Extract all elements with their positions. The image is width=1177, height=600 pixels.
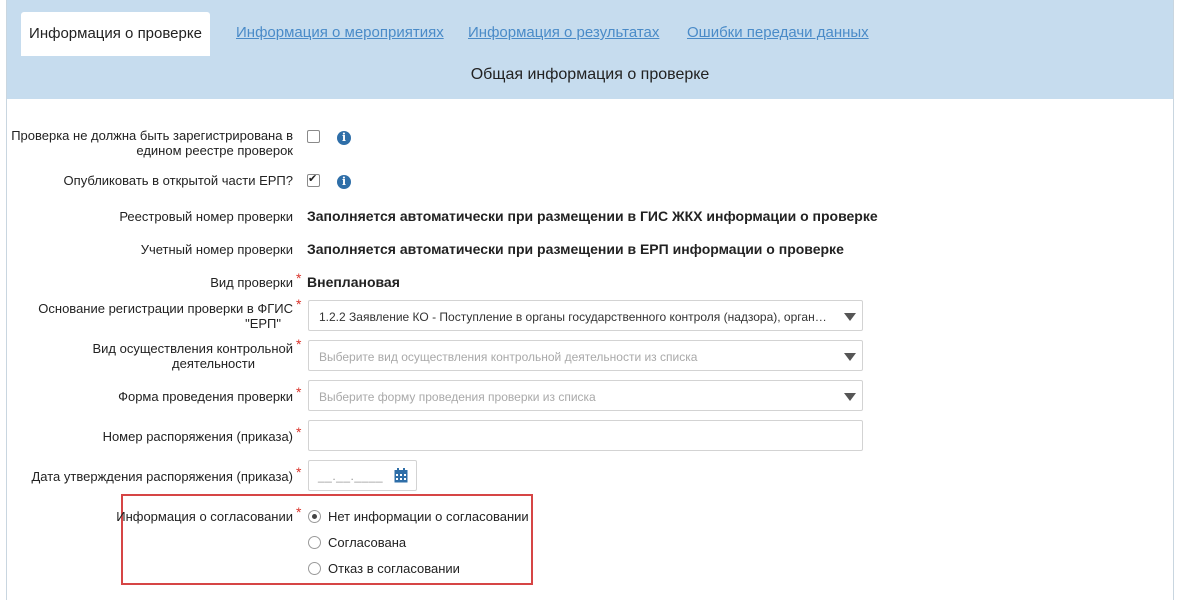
required-mark: * (296, 384, 302, 400)
order-date-mask: __.__.____ (318, 469, 384, 483)
approval-info-label: Информация о согласовании (116, 509, 293, 524)
section-title: Общая информация о проверке (470, 66, 710, 83)
publish-checkbox[interactable] (307, 172, 320, 187)
order-number-label: Номер распоряжения (приказа) (102, 429, 293, 444)
order-date-input[interactable]: __.__.____ (308, 460, 417, 491)
tab-transfer-errors[interactable]: Ошибки передачи данных (687, 24, 869, 41)
required-mark: * (296, 336, 302, 352)
required-mark: * (296, 296, 302, 312)
registration-basis-select[interactable]: 1.2.2 Заявление КО - Поступление в орган… (308, 300, 863, 331)
registration-basis-value: 1.2.2 Заявление КО - Поступление в орган… (319, 310, 829, 324)
required-mark: * (296, 464, 302, 480)
order-date-label: Дата утверждения распоряжения (приказа) (31, 469, 294, 484)
header-bar: Информация о проверке Информация о мероп… (7, 0, 1173, 99)
chevron-down-icon (844, 393, 856, 401)
order-number-input[interactable] (308, 420, 863, 451)
check-type-label: Вид проверки (210, 275, 293, 290)
not-registered-label: Проверка не должна быть зарегистрирована… (11, 128, 293, 158)
radio-no-info-label[interactable]: Нет информации о согласовании (328, 509, 529, 524)
required-mark: * (296, 504, 302, 520)
calendar-icon[interactable] (394, 468, 408, 483)
check-form-label: Форма проведения проверки (118, 389, 293, 404)
tab-events-info[interactable]: Информация о мероприятиях (236, 24, 444, 41)
required-mark: * (296, 270, 302, 286)
check-form-placeholder: Выберите форму проведения проверки из сп… (319, 390, 596, 404)
check-type-value: Внеплановая (307, 274, 400, 290)
account-number-label: Учетный номер проверки (140, 242, 293, 257)
registry-number-label: Реестровый номер проверки (119, 209, 293, 224)
radio-refused[interactable] (308, 562, 321, 575)
control-activity-label: Вид осуществления контрольной деятельнос… (92, 341, 293, 371)
chevron-down-icon (844, 313, 856, 321)
registry-number-value: Заполняется автоматически при размещении… (307, 208, 878, 224)
account-number-value: Заполняется автоматически при размещении… (307, 241, 844, 257)
required-mark: * (296, 424, 302, 440)
tab-check-info[interactable]: Информация о проверке (21, 12, 210, 56)
radio-approved[interactable] (308, 536, 321, 549)
info-icon[interactable]: i (337, 131, 351, 145)
approval-highlight-box (121, 494, 533, 585)
publish-label: Опубликовать в открытой части ЕРП? (63, 173, 293, 188)
form-frame: Информация о проверке Информация о мероп… (6, 0, 1174, 600)
check-form-select[interactable]: Выберите форму проведения проверки из сп… (308, 380, 863, 411)
radio-no-info[interactable] (308, 510, 321, 523)
registration-basis-label: Основание регистрации проверки в ФГИС "Е… (38, 301, 293, 331)
chevron-down-icon (844, 353, 856, 361)
not-registered-checkbox[interactable] (307, 130, 320, 143)
control-activity-placeholder: Выберите вид осуществления контрольной д… (319, 350, 698, 364)
tab-results-info[interactable]: Информация о результатах (468, 24, 659, 41)
info-icon[interactable]: i (337, 175, 351, 189)
control-activity-select[interactable]: Выберите вид осуществления контрольной д… (308, 340, 863, 371)
radio-refused-label[interactable]: Отказ в согласовании (328, 561, 460, 576)
radio-approved-label[interactable]: Согласована (328, 535, 406, 550)
